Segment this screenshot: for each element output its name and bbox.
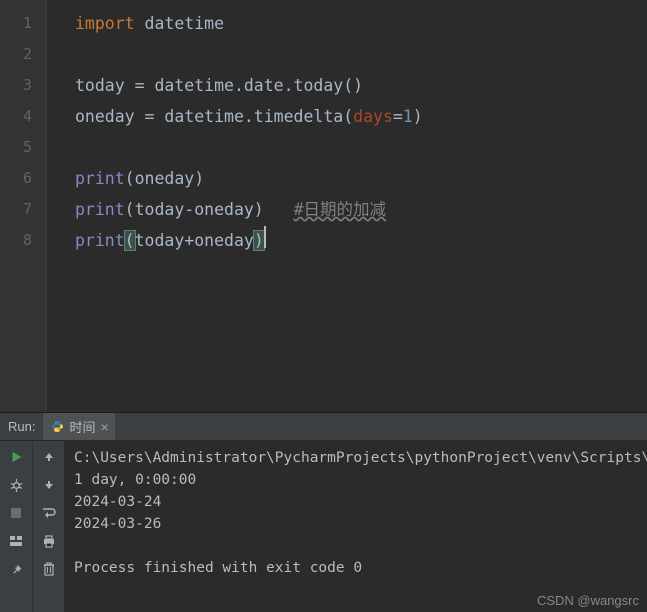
run-tool-window: Run: 时间 × (0, 412, 647, 612)
console-line: 2024-03-26 (74, 516, 161, 532)
console-line: 1 day, 0:00:00 (74, 472, 196, 488)
code-line: print(oneday) (75, 163, 647, 194)
code-line: import datetime (75, 8, 647, 39)
console-line: C:\Users\Administrator\PycharmProjects\p… (74, 450, 647, 466)
run-mid-toolbar (32, 441, 64, 612)
code-line (75, 132, 647, 163)
close-icon[interactable]: × (100, 420, 108, 434)
scroll-up-icon[interactable] (39, 447, 59, 467)
layout-icon[interactable] (6, 531, 26, 551)
console-output[interactable]: C:\Users\Administrator\PycharmProjects\p… (64, 441, 647, 612)
line-number: 3 (0, 70, 32, 101)
stop-icon[interactable] (6, 503, 26, 523)
console-line: Process finished with exit code 0 (74, 560, 362, 576)
line-number: 2 (0, 39, 32, 70)
trash-icon[interactable] (39, 559, 59, 579)
run-tab-bar: Run: 时间 × (0, 413, 647, 441)
line-number: 8 (0, 225, 32, 256)
rerun-icon[interactable] (6, 447, 26, 467)
code-line: oneday = datetime.timedelta(days=1) (75, 101, 647, 132)
run-config-tab[interactable]: 时间 × (43, 413, 114, 440)
line-number: 1 (0, 8, 32, 39)
pin-icon[interactable] (6, 559, 26, 579)
caret (264, 226, 266, 248)
line-number-gutter: 1 2 3 4 5 6 7 8 (0, 0, 46, 412)
code-line: today = datetime.date.today() (75, 70, 647, 101)
code-editor[interactable]: import datetime today = datetime.date.to… (47, 0, 647, 412)
python-file-icon (51, 420, 64, 433)
run-label: Run: (0, 419, 43, 434)
code-line: print(today+oneday) (75, 225, 647, 256)
watermark-text: CSDN @wangsrc (537, 593, 639, 608)
run-left-toolbar (0, 441, 32, 612)
line-number: 4 (0, 101, 32, 132)
line-number: 5 (0, 132, 32, 163)
softwrap-icon[interactable] (39, 503, 59, 523)
debug-icon[interactable] (6, 475, 26, 495)
editor-area: 1 2 3 4 5 6 7 8 import datetime today = … (0, 0, 647, 412)
code-line (75, 39, 647, 70)
print-icon[interactable] (39, 531, 59, 551)
line-number: 6 (0, 163, 32, 194)
scroll-down-icon[interactable] (39, 475, 59, 495)
run-tab-label: 时间 (69, 417, 95, 436)
console-line: 2024-03-24 (74, 494, 161, 510)
code-line: print(today-oneday) #日期的加减 (75, 194, 647, 225)
line-number: 7 (0, 194, 32, 225)
